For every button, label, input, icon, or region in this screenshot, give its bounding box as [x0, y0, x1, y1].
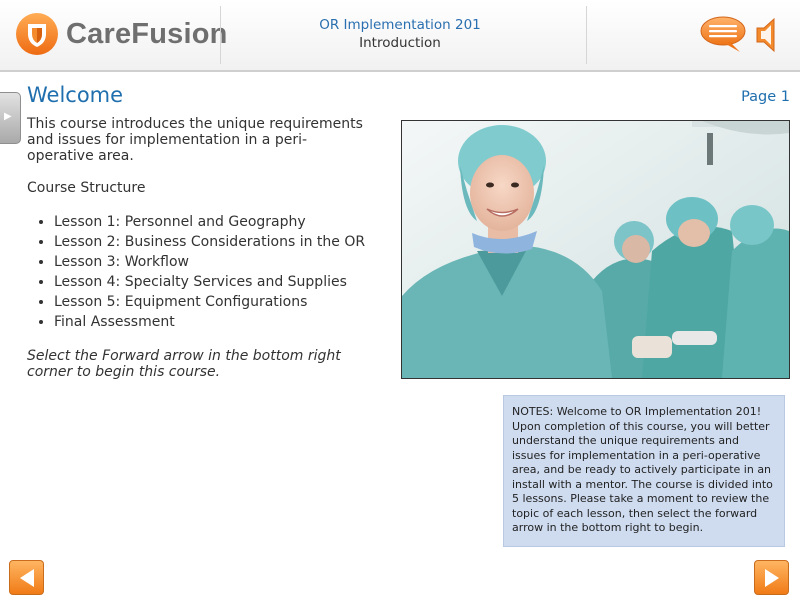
side-panel-tab[interactable]: ▶ — [0, 92, 21, 144]
side-tab-arrow-icon: ▶ — [4, 111, 12, 122]
page-title: Welcome — [27, 83, 124, 107]
lesson-item: Lesson 4: Specialty Services and Supplie… — [54, 272, 367, 292]
lesson-item: Lesson 5: Equipment Configurations — [54, 292, 367, 312]
forward-arrow-icon — [764, 568, 779, 587]
lesson-list: Lesson 1: Personnel and Geography Lesson… — [27, 212, 367, 332]
course-structure-label: Course Structure — [27, 180, 146, 196]
speech-bubble-icon[interactable] — [700, 16, 746, 54]
header-divider — [586, 6, 587, 64]
speaker-icon[interactable] — [754, 16, 784, 54]
course-subtitle: Introduction — [359, 35, 441, 51]
lesson-item: Lesson 3: Workflow — [54, 252, 367, 272]
lesson-item: Lesson 2: Business Considerations in the… — [54, 232, 367, 252]
carefusion-shield-logo-icon — [16, 13, 58, 55]
notes-panel: NOTES: Welcome to OR Implementation 201!… — [503, 395, 785, 547]
back-button[interactable] — [9, 560, 44, 595]
forward-button[interactable] — [754, 560, 789, 595]
header-bar: CareFusion OR Implementation 201 Introdu… — [0, 0, 800, 72]
intro-text: This course introduces the unique requir… — [27, 116, 363, 164]
logo-text: CareFusion — [66, 17, 228, 50]
back-arrow-icon — [19, 568, 34, 587]
lesson-item: Lesson 1: Personnel and Geography — [54, 212, 367, 232]
course-title: OR Implementation 201 — [319, 17, 481, 33]
page-number: Page 1 — [741, 89, 790, 105]
instruction-text: Select the Forward arrow in the bottom r… — [27, 348, 341, 380]
photo-illustration — [402, 121, 789, 378]
logo: CareFusion — [15, 12, 228, 56]
surgical-team-photo — [401, 120, 790, 379]
course-content: This course introduces the unique requir… — [27, 116, 367, 380]
lesson-item: Final Assessment — [54, 312, 367, 332]
